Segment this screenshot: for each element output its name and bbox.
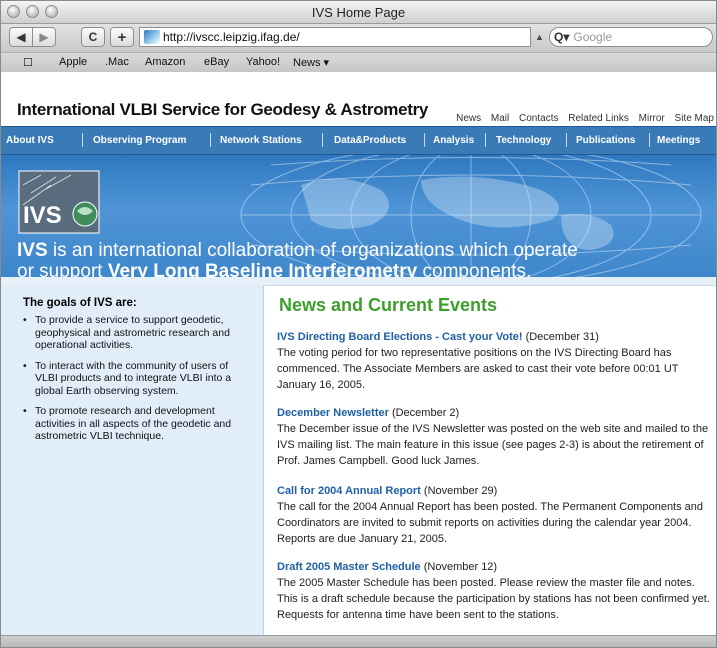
window-title: IVS Home Page [311, 5, 406, 20]
news-body: The 2005 Master Schedule has been posted… [277, 577, 710, 621]
nav-analysis[interactable]: Analysis [433, 135, 474, 146]
news-date: (November 29) [423, 485, 498, 497]
news-body: The voting period for two representative… [277, 347, 679, 391]
bookmark-yahoo[interactable]: Yahoo! [246, 56, 280, 68]
goal-item: To interact with the community of users … [23, 360, 249, 398]
goal-item: To promote research and development acti… [23, 405, 249, 443]
address-dropdown-icon[interactable]: ▲ [535, 32, 544, 42]
nav-separator [485, 133, 486, 147]
toplink-site-map[interactable]: Site Map [675, 113, 714, 124]
toolbar: ◀ ▶ C + http://ivscc.leipzig.ifag.de/ ▲ … [1, 24, 716, 52]
toplink-mail[interactable]: Mail [491, 113, 509, 124]
news-link-december-newsletter[interactable]: December Newsletter [277, 407, 389, 419]
nav-separator [649, 133, 650, 147]
site-title: International VLBI Service for Geodesy &… [17, 100, 429, 119]
status-bar [1, 635, 716, 647]
news-date: (December 2) [391, 407, 460, 419]
search-placeholder: Google [573, 30, 613, 44]
nav-separator [210, 133, 211, 147]
forward-button[interactable]: ▶ [32, 27, 56, 47]
news-item: Draft 2005 Master Schedule (November 12)… [277, 559, 716, 623]
nav-separator [322, 133, 323, 147]
nav-meetings[interactable]: Meetings [657, 135, 700, 146]
ivs-logo-text: IVS [23, 202, 62, 229]
bookmark-mac[interactable]: .Mac [105, 56, 129, 68]
nav-separator [424, 133, 425, 147]
ivs-logo-icon: IVS [18, 170, 100, 234]
goal-item: To provide a service to support geodetic… [23, 314, 249, 352]
back-arrow-icon: ◀ [16, 30, 26, 44]
news-heading: News and Current Events [279, 295, 498, 315]
nav-separator [82, 133, 83, 147]
toplink-contacts[interactable]: Contacts [519, 113, 558, 124]
nav-network-stations[interactable]: Network Stations [220, 135, 302, 146]
news-item: IVS Directing Board Elections - Cast you… [277, 329, 716, 393]
news-date: (November 12) [423, 561, 498, 573]
banner-line-1: IVS is an international collaboration of… [17, 240, 578, 261]
news-link-board-elections[interactable]: IVS Directing Board Elections - Cast you… [277, 331, 523, 343]
news-body: The December issue of the IVS Newsletter… [277, 423, 709, 467]
nav-about-ivs[interactable]: About IVS [6, 135, 54, 146]
nav-technology[interactable]: Technology [496, 135, 551, 146]
address-text: http://ivscc.leipzig.ifag.de/ [163, 30, 300, 44]
bookmark-ebay[interactable]: eBay [204, 56, 229, 68]
plus-icon: + [117, 28, 127, 46]
hero-banner: IVS IVS is an international collaboratio… [1, 155, 716, 277]
news-item: Call for 2004 Annual Report (November 29… [277, 483, 716, 547]
banner-line-2: or support Very Long Baseline Interferom… [17, 261, 532, 277]
goals-title: The goals of IVS are: [23, 297, 137, 309]
news-date: (December 31) [525, 331, 599, 343]
forward-arrow-icon: ▶ [39, 30, 49, 44]
news-link-master-schedule[interactable]: Draft 2005 Master Schedule [277, 561, 421, 573]
search-icon: Q▾ [554, 30, 570, 44]
news-link-annual-report[interactable]: Call for 2004 Annual Report [277, 485, 421, 497]
back-button[interactable]: ◀ [9, 27, 33, 47]
nav-observing-program[interactable]: Observing Program [93, 135, 186, 146]
top-links: News Mail Contacts Related Links Mirror … [449, 113, 716, 124]
goals-sidebar: The goals of IVS are: To provide a servi… [1, 285, 264, 638]
title-bar: IVS Home Page [1, 1, 716, 24]
site-favicon-icon [144, 30, 160, 44]
reload-icon: C [88, 30, 98, 44]
goals-list: To provide a service to support geodetic… [23, 314, 249, 451]
bookmark-amazon[interactable]: Amazon [145, 56, 185, 68]
web-page: News Mail Contacts Related Links Mirror … [1, 72, 716, 638]
nav-publications[interactable]: Publications [576, 135, 635, 146]
toplink-related-links[interactable]: Related Links [568, 113, 629, 124]
address-bar[interactable]: http://ivscc.leipzig.ifag.de/ [139, 27, 531, 47]
toplink-news[interactable]: News [456, 113, 481, 124]
news-item: December Newsletter (December 2) The Dec… [277, 405, 716, 469]
bookmarks-bar: ☐ Apple .Mac Amazon eBay Yahoo! News ▾ [1, 52, 716, 73]
nav-separator [566, 133, 567, 147]
browser-window: IVS Home Page ◀ ▶ C + http://ivscc.leipz… [0, 0, 717, 648]
main-nav: About IVS Observing Program Network Stat… [1, 126, 716, 155]
book-icon[interactable]: ☐ [23, 56, 33, 69]
news-body: The call for the 2004 Annual Report has … [277, 501, 704, 545]
reload-button[interactable]: C [81, 27, 105, 47]
bookmark-news-menu[interactable]: News ▾ [293, 56, 329, 69]
bookmark-apple[interactable]: Apple [59, 56, 87, 68]
toplink-mirror[interactable]: Mirror [639, 113, 665, 124]
add-bookmark-button[interactable]: + [110, 27, 134, 47]
search-field[interactable]: Q▾ Google [549, 27, 713, 47]
nav-data-products[interactable]: Data&Products [334, 135, 406, 146]
